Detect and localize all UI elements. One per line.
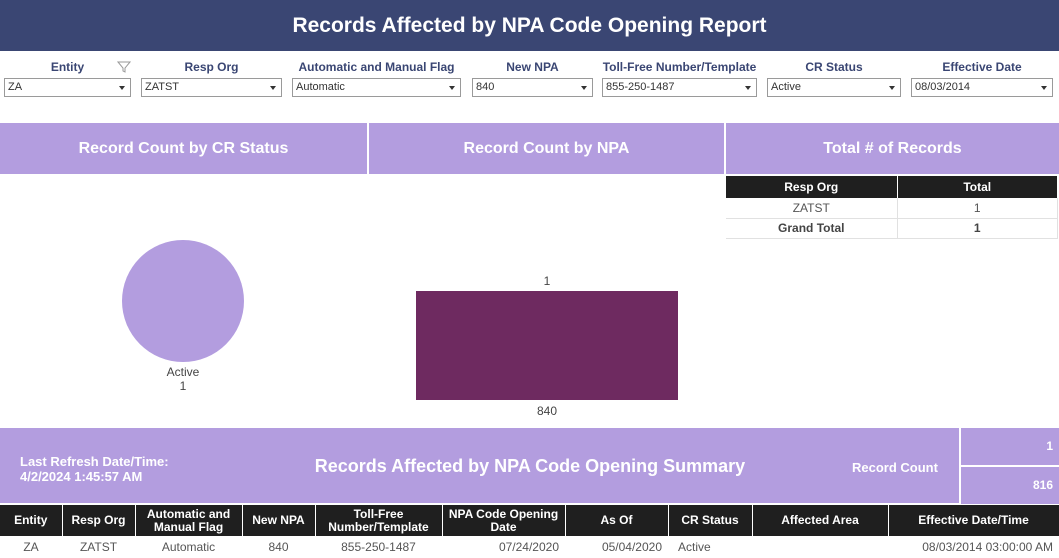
col-effective-datetime[interactable]: Effective Date/Time (888, 505, 1059, 536)
bar-category-label: 840 (537, 404, 557, 418)
table-cell: 840 (268, 540, 289, 554)
chevron-down-icon (745, 86, 751, 90)
refresh-value: 4/2/2024 1:45:57 AM (20, 469, 143, 484)
chevron-down-icon (270, 86, 276, 90)
col-as-of[interactable]: As Of (565, 505, 669, 536)
filter-toll-free-label: Toll-Free Number/Template (602, 60, 757, 74)
new-npa-select-value: 840 (476, 81, 495, 93)
table-cell (752, 536, 888, 558)
entity-select[interactable]: ZA (4, 78, 131, 97)
total-records-table: Resp Org Total ZATST 1 Grand Total 1 (726, 176, 1058, 239)
table-cell: 07/24/2020 (498, 540, 559, 554)
filter-effective-date: Effective Date 08/03/2014 (911, 58, 1053, 97)
table-row: ZA ZATST Automatic 840 855-250-1487 07/2… (0, 536, 1059, 558)
chevron-down-icon (581, 86, 587, 90)
table-cell: ZATST (79, 540, 118, 554)
refresh-label: Last Refresh Date/Time: (20, 454, 169, 469)
chevron-down-icon (1041, 86, 1047, 90)
col-new-npa[interactable]: New NPA (242, 505, 316, 536)
filter-resp-org-label: Resp Org (184, 60, 239, 74)
pie-slice-label: Active (167, 365, 200, 379)
entity-select-value: ZA (8, 81, 23, 93)
filter-entity: Entity ZA (4, 58, 131, 97)
total-col-total[interactable]: Total (897, 176, 1058, 198)
toll-free-select[interactable]: 855-250-1487 (602, 78, 757, 97)
bar-840 (416, 291, 678, 400)
cr-status-select[interactable]: Active (767, 78, 901, 97)
table-cell: 05/04/2020 (601, 540, 662, 554)
record-count-value-1: 1 (961, 428, 1059, 465)
filter-auto-manual-flag: Automatic and Manual Flag Automatic (292, 58, 461, 97)
npa-panel-title: Record Count by NPA (369, 123, 724, 174)
summary-banner: Last Refresh Date/Time: 4/2/2024 1:45:57… (0, 428, 959, 503)
filter-cr-status: CR Status Active (767, 58, 901, 97)
filter-new-npa: New NPA 840 (472, 58, 593, 97)
record-count-value-2: 816 (961, 467, 1059, 504)
filter-new-npa-label: New NPA (506, 60, 559, 74)
pie-slice-active (122, 240, 244, 362)
report-title: Records Affected by NPA Code Opening Rep… (0, 0, 1059, 51)
grand-total-row: Grand Total 1 (726, 218, 1058, 239)
table-cell: ZATST (726, 198, 898, 219)
auto-manual-select-value: Automatic (296, 81, 345, 93)
effective-date-select-value: 08/03/2014 (915, 81, 971, 93)
table-cell: ZA (23, 540, 39, 554)
table-row: ZATST 1 (726, 198, 1058, 219)
record-count-label: Record Count (852, 460, 938, 475)
total-panel-title: Total # of Records (726, 123, 1059, 174)
funnel-icon[interactable] (117, 60, 131, 74)
table-cell: Active (678, 540, 711, 554)
filter-effective-date-label: Effective Date (942, 60, 1022, 74)
report-page: Records Affected by NPA Code Opening Rep… (0, 0, 1059, 558)
col-resp-org[interactable]: Resp Org (62, 505, 136, 536)
table-cell: 855-250-1487 (341, 540, 416, 554)
charts-area: Active11840 (122, 240, 678, 418)
col-cr-status[interactable]: CR Status (668, 505, 753, 536)
summary-detail-table: Entity Resp Org Automatic and Manual Fla… (0, 505, 1059, 558)
effective-date-select[interactable]: 08/03/2014 (911, 78, 1053, 97)
total-col-resp-org[interactable]: Resp Org (726, 176, 898, 198)
filter-resp-org: Resp Org ZATST (141, 58, 282, 97)
chevron-down-icon (449, 86, 455, 90)
col-entity[interactable]: Entity (0, 505, 63, 536)
col-toll-free[interactable]: Toll-Free Number/Template (315, 505, 443, 536)
chevron-down-icon (889, 86, 895, 90)
filter-cr-status-label: CR Status (805, 60, 863, 74)
resp-org-select-value: ZATST (145, 81, 180, 93)
filter-auto-manual-label: Automatic and Manual Flag (298, 60, 455, 74)
filter-toll-free: Toll-Free Number/Template 855-250-1487 (602, 58, 757, 97)
cr-status-select-value: Active (771, 81, 801, 93)
summary-title: Records Affected by NPA Code Opening Sum… (314, 456, 746, 476)
last-refresh: Last Refresh Date/Time: 4/2/2024 1:45:57… (20, 454, 169, 484)
grand-total-label: Grand Total (726, 218, 898, 239)
table-cell: Automatic (161, 540, 216, 554)
grand-total-value: 1 (897, 218, 1058, 239)
chevron-down-icon (119, 86, 125, 90)
resp-org-select[interactable]: ZATST (141, 78, 282, 97)
table-cell: 1 (897, 198, 1058, 219)
toll-free-select-value: 855-250-1487 (606, 81, 675, 93)
filter-entity-label: Entity (50, 60, 85, 74)
table-cell: 08/03/2014 03:00:00 AM (922, 540, 1053, 554)
col-auto-manual-flag[interactable]: Automatic and Manual Flag (135, 505, 243, 536)
col-affected-area[interactable]: Affected Area (752, 505, 889, 536)
new-npa-select[interactable]: 840 (472, 78, 593, 97)
col-npa-opening-date[interactable]: NPA Code Opening Date (442, 505, 566, 536)
cr-status-panel-title: Record Count by CR Status (0, 123, 367, 174)
auto-manual-select[interactable]: Automatic (292, 78, 461, 97)
bar-data-label: 1 (544, 274, 551, 288)
pie-slice-value: 1 (180, 379, 187, 393)
